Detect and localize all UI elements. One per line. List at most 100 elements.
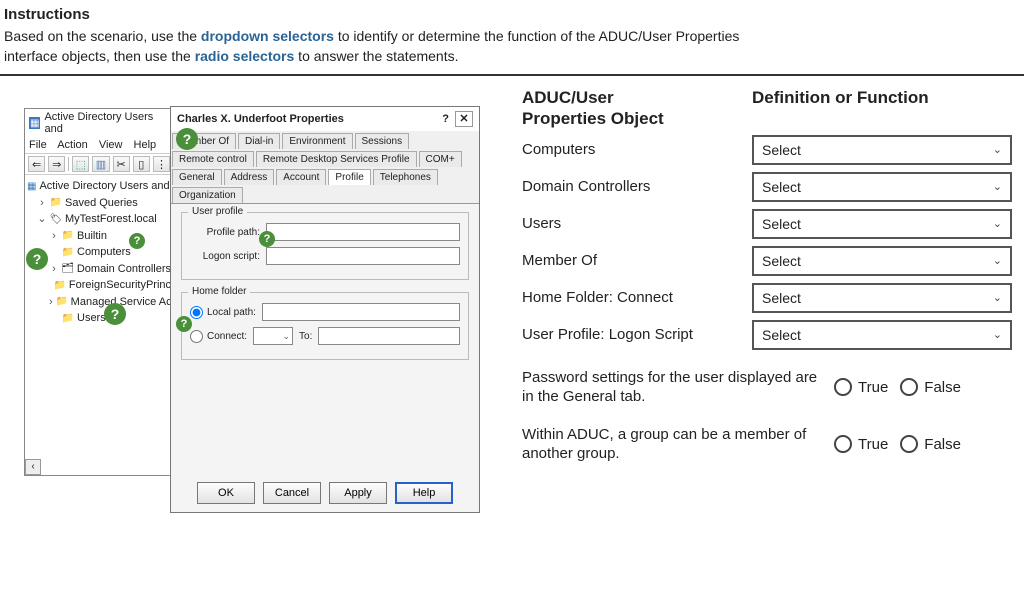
connect-label: Connect: (207, 331, 247, 342)
cancel-button[interactable]: Cancel (263, 482, 321, 504)
toolbar-fwd-icon[interactable]: ⇒ (48, 156, 65, 172)
aduc-menubar[interactable]: File Action View Help (25, 137, 173, 153)
connect-path-input[interactable] (318, 327, 460, 345)
dialog-title: Charles X. Underfoot Properties (177, 113, 344, 125)
folder-icon: 📁 (62, 230, 74, 242)
folder-icon: 📁 (56, 296, 68, 308)
select-computers[interactable]: Select⌄ (752, 135, 1012, 165)
folder-icon: 📁 (62, 246, 74, 258)
collapse-icon[interactable]: ⌄ (37, 211, 47, 228)
stmt1-false-radio[interactable]: False (900, 378, 961, 396)
instructions-heading: Instructions (4, 6, 1020, 23)
row-label-computers: Computers (522, 141, 752, 158)
drive-letter-select[interactable]: ⌄ (253, 327, 293, 345)
expand-icon[interactable]: › (49, 294, 53, 311)
local-path-label: Local path: (207, 307, 256, 318)
menu-view[interactable]: View (99, 139, 123, 151)
keyword-radio: radio selectors (195, 48, 295, 64)
dialog-body: User profile Profile path: Logon script:… (171, 204, 479, 474)
aduc-toolbar: ⇐ ⇒ ⬚ ▥ ✂ ▯ ⋮ (25, 153, 173, 175)
statement-2: Within ADUC, a group can be a member of … (522, 425, 822, 464)
folder-icon: 📁 (50, 197, 62, 209)
expand-icon[interactable]: › (37, 195, 47, 212)
domain-icon: 🏷 (50, 213, 62, 225)
tree-users[interactable]: Users (77, 310, 106, 327)
select-memberof[interactable]: Select⌄ (752, 246, 1012, 276)
tree-fsp[interactable]: ForeignSecurityPrinc (69, 277, 171, 294)
chevron-down-icon: ⌄ (993, 217, 1002, 230)
dialog-titlebar: Charles X. Underfoot Properties ? ✕ (171, 107, 479, 131)
chevron-down-icon: ⌄ (993, 291, 1002, 304)
tab-organization[interactable]: Organization (172, 187, 243, 203)
tree-builtin[interactable]: Builtin (77, 228, 107, 245)
screenshot-area: ▦ Active Directory Users and File Action… (4, 88, 504, 464)
tree-saved-queries[interactable]: Saved Queries (65, 195, 138, 212)
user-profile-group: User profile Profile path: Logon script: (181, 212, 469, 280)
stmt2-false-radio[interactable]: False (900, 435, 961, 453)
select-users[interactable]: Select⌄ (752, 209, 1012, 239)
ok-button[interactable]: OK (197, 482, 255, 504)
toolbar-back-icon[interactable]: ⇐ (28, 156, 45, 172)
toolbar-panel-icon[interactable]: ▥ (92, 156, 109, 172)
home-folder-group: Home folder Local path: Connect: ⌄ To: (181, 292, 469, 360)
tab-sessions[interactable]: Sessions (355, 133, 410, 149)
aduc-titlebar: ▦ Active Directory Users and (25, 109, 173, 137)
tree-dcs[interactable]: Domain Controllers (77, 261, 171, 278)
tab-telephones[interactable]: Telephones (373, 169, 438, 185)
chevron-down-icon: ⌄ (993, 180, 1002, 193)
help-icon[interactable]: ? (442, 113, 449, 125)
tab-general[interactable]: General (172, 169, 222, 185)
apply-button[interactable]: Apply (329, 482, 387, 504)
toolbar-more-icon[interactable]: ⋮ (153, 156, 170, 172)
tab-remote-control[interactable]: Remote control (172, 151, 254, 167)
to-label: To: (299, 331, 312, 342)
menu-help[interactable]: Help (134, 139, 157, 151)
help-button[interactable]: Help (395, 482, 453, 504)
tree-domain[interactable]: MyTestForest.local (65, 211, 157, 228)
tab-com[interactable]: COM+ (419, 151, 462, 167)
tab-address[interactable]: Address (224, 169, 275, 185)
profile-path-label: Profile path: (190, 227, 260, 238)
select-homefolder-connect[interactable]: Select⌄ (752, 283, 1012, 313)
logon-script-input[interactable] (266, 247, 460, 265)
row-label-users: Users (522, 215, 752, 232)
connect-radio[interactable] (190, 330, 203, 343)
row-label-dcs: Domain Controllers (522, 178, 752, 195)
local-path-radio[interactable] (190, 306, 203, 319)
user-profile-legend: User profile (188, 206, 247, 217)
tree-root[interactable]: Active Directory Users and C (39, 178, 173, 195)
tab-rdsp[interactable]: Remote Desktop Services Profile (256, 151, 417, 167)
toolbar-cut-icon[interactable]: ✂ (113, 156, 130, 172)
tab-dialin[interactable]: Dial-in (238, 133, 280, 149)
aduc-app-icon: ▦ (29, 117, 40, 129)
tree-computers[interactable]: Computers (77, 244, 131, 261)
stmt2-true-radio[interactable]: True (834, 435, 888, 453)
local-path-input[interactable] (262, 303, 460, 321)
tab-account[interactable]: Account (276, 169, 326, 185)
menu-action[interactable]: Action (57, 139, 88, 151)
toolbar-up-icon[interactable]: ⬚ (72, 156, 89, 172)
dialog-tabs[interactable]: Member Of Dial-in Environment Sessions R… (171, 131, 479, 204)
close-icon[interactable]: ✕ (455, 111, 473, 127)
scroll-left-icon[interactable]: ‹ (25, 459, 41, 475)
toolbar-prop-icon[interactable]: ▯ (133, 156, 150, 172)
column-header-definition: Definition or Function (752, 88, 1012, 129)
tab-environment[interactable]: Environment (282, 133, 352, 149)
row-label-homefolder-connect: Home Folder: Connect (522, 289, 752, 306)
stmt1-true-radio[interactable]: True (834, 378, 888, 396)
select-logon-script[interactable]: Select⌄ (752, 320, 1012, 350)
aduc-tree[interactable]: ▦Active Directory Users and C ›📁Saved Qu… (25, 175, 173, 475)
instructions-panel: Instructions Based on the scenario, use … (0, 0, 1024, 76)
expand-icon[interactable]: › (49, 228, 59, 245)
ou-icon: 🗂 (62, 263, 74, 275)
profile-path-input[interactable] (266, 223, 460, 241)
keyword-dropdown: dropdown selectors (201, 28, 334, 44)
chevron-down-icon: ⌄ (993, 254, 1002, 267)
row-label-memberof: Member Of (522, 252, 752, 269)
select-dcs[interactable]: Select⌄ (752, 172, 1012, 202)
row-label-logon-script: User Profile: Logon Script (522, 326, 752, 343)
expand-icon[interactable]: › (49, 261, 59, 278)
tree-root-icon: ▦ (27, 180, 36, 192)
tab-profile[interactable]: Profile (328, 169, 370, 185)
menu-file[interactable]: File (29, 139, 47, 151)
